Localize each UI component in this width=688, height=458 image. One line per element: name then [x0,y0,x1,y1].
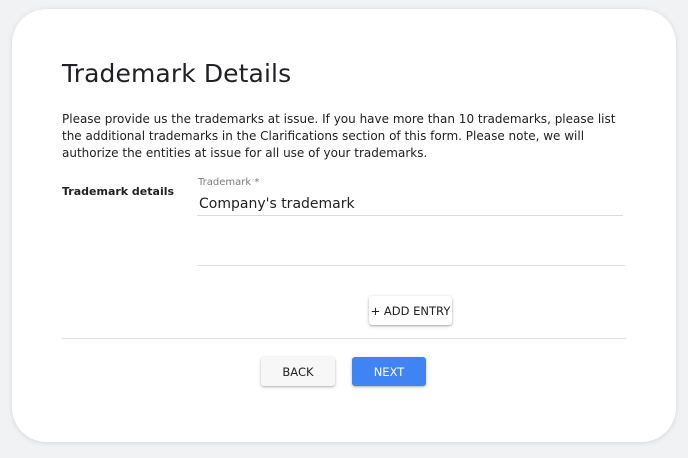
page-title: Trademark Details [62,59,292,88]
back-button[interactable]: BACK [261,357,335,386]
next-button[interactable]: NEXT [352,357,426,386]
additional-entry-area [197,235,625,266]
trademark-field: Trademark * [197,177,623,216]
add-entry-button[interactable]: + ADD ENTRY [369,296,452,325]
trademark-field-label: Trademark * [198,177,260,188]
footer-divider [62,338,626,339]
trademark-input[interactable] [197,194,619,214]
trademark-details-label: Trademark details [62,185,175,198]
form-card: Trademark Details Please provide us the … [12,9,676,442]
page-description: Please provide us the trademarks at issu… [62,112,616,160]
